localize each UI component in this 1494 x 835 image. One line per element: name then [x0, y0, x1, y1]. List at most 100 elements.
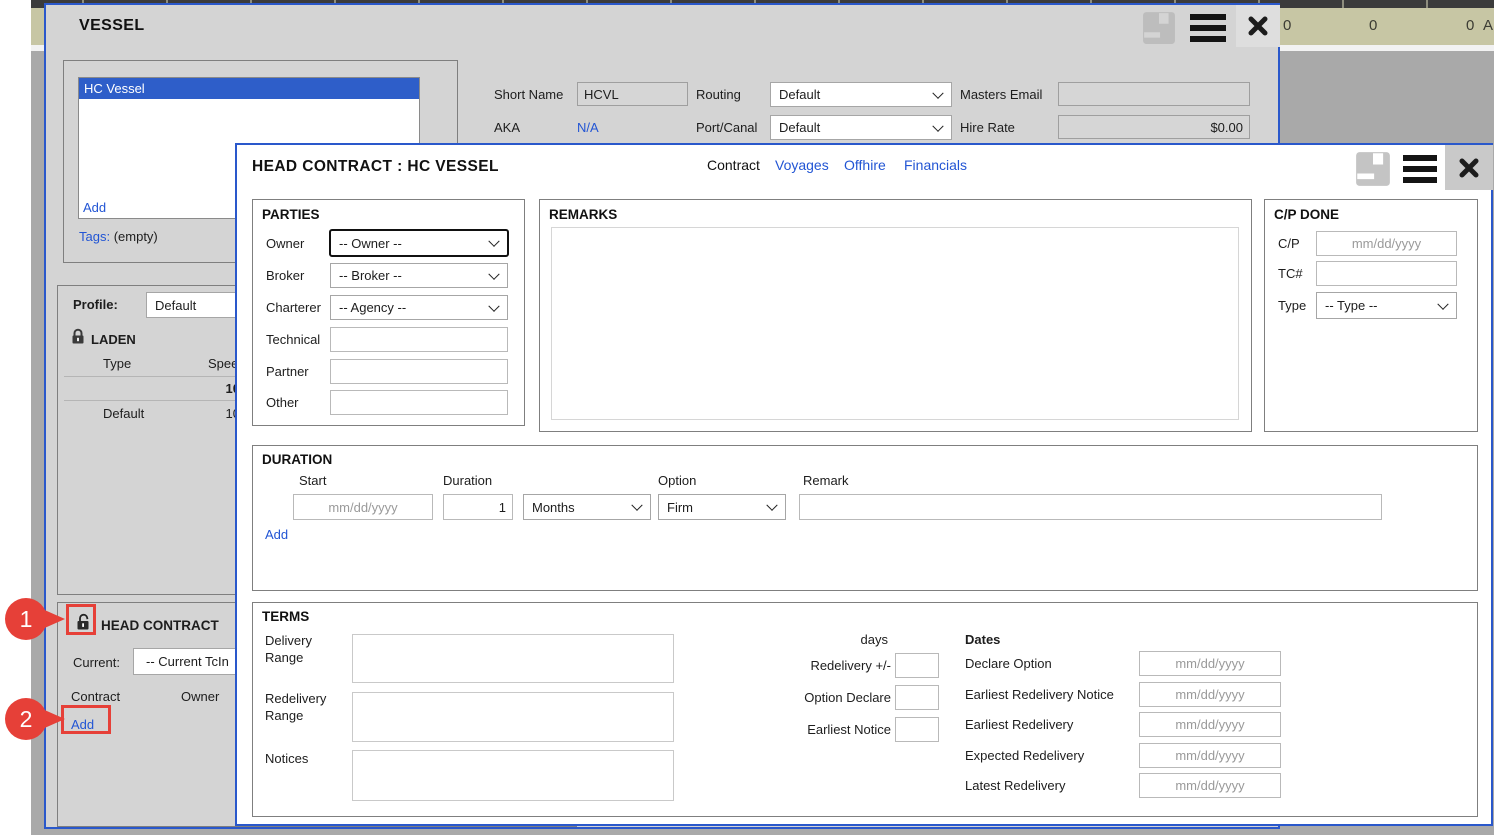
- duration-option-select[interactable]: Firm: [658, 494, 786, 520]
- short-name-label: Short Name: [494, 87, 563, 102]
- head-contract-modal: HEAD CONTRACT : HC VESSEL Contract Voyag…: [235, 143, 1493, 826]
- vessel-window-title: VESSEL: [79, 17, 145, 35]
- laden-title: LADEN: [91, 332, 136, 347]
- menu-icon[interactable]: [1190, 14, 1226, 47]
- routing-value: Default: [779, 87, 820, 102]
- duration-unit-select[interactable]: Months: [523, 494, 651, 520]
- remark-header: Remark: [803, 473, 849, 488]
- laden-total-speed: 10: [188, 381, 240, 396]
- tab-financials[interactable]: Financials: [904, 157, 967, 173]
- broker-select[interactable]: -- Broker --: [330, 263, 508, 288]
- parties-title: PARTIES: [262, 207, 320, 222]
- earliest-redelivery-notice-field[interactable]: [1139, 682, 1281, 707]
- start-header: Start: [299, 473, 326, 488]
- chevron-down-icon: [488, 300, 499, 311]
- head-contract-title: HEAD CONTRACT: [101, 618, 219, 633]
- duration-remark-field[interactable]: [799, 494, 1382, 520]
- other-label: Other: [266, 395, 299, 410]
- laden-row-type: Default: [103, 406, 144, 421]
- technical-field[interactable]: [330, 327, 508, 352]
- delivery-range-textarea[interactable]: [352, 634, 674, 683]
- vessel-add-link[interactable]: Add: [83, 200, 106, 215]
- tags-value: (empty): [114, 229, 158, 244]
- expected-redelivery-label: Expected Redelivery: [965, 748, 1084, 763]
- port-canal-value: Default: [779, 120, 820, 135]
- declare-option-field[interactable]: [1139, 651, 1281, 676]
- remarks-title: REMARKS: [549, 207, 617, 222]
- menu-icon[interactable]: [1403, 155, 1437, 188]
- redelivery-range-textarea[interactable]: [352, 692, 674, 742]
- tab-contract[interactable]: Contract: [707, 157, 760, 173]
- chevron-down-icon: [488, 236, 499, 247]
- dates-title: Dates: [965, 632, 1000, 647]
- earliest-redelivery-notice-label: Earliest Redelivery Notice: [965, 687, 1114, 702]
- option-declare-label: Option Declare: [733, 690, 891, 705]
- charterer-value: -- Agency --: [339, 300, 406, 315]
- chevron-down-icon: [488, 268, 499, 279]
- duration-value-field[interactable]: [443, 494, 513, 520]
- tags-link[interactable]: Tags:: [79, 229, 110, 244]
- charterer-label: Charterer: [266, 300, 321, 315]
- partner-label: Partner: [266, 364, 309, 379]
- redelivery-tolerance-field[interactable]: [895, 653, 939, 678]
- delivery-range-label: Delivery Range: [265, 633, 345, 667]
- broker-value: -- Broker --: [339, 268, 402, 283]
- annotation-step-1: 1: [5, 598, 47, 640]
- owner-label: Owner: [266, 236, 304, 251]
- option-declare-field[interactable]: [895, 685, 939, 710]
- routing-select[interactable]: Default: [770, 82, 952, 107]
- lock-closed-icon[interactable]: [70, 328, 86, 348]
- owner-select[interactable]: -- Owner --: [329, 229, 509, 257]
- annotation-highlight-lock: [66, 604, 96, 635]
- remarks-textarea[interactable]: [551, 227, 1239, 420]
- duration-add-link[interactable]: Add: [265, 527, 288, 542]
- aka-label: AKA: [494, 120, 520, 135]
- cp-label: C/P: [1278, 236, 1300, 251]
- chevron-down-icon: [932, 87, 943, 98]
- remarks-section: REMARKS: [539, 199, 1252, 432]
- vessel-list-item[interactable]: HC Vessel: [79, 78, 419, 99]
- tab-offhire[interactable]: Offhire: [844, 157, 886, 173]
- close-icon[interactable]: [1236, 5, 1280, 47]
- parties-section: PARTIES Owner -- Owner -- Broker -- Brok…: [252, 199, 525, 426]
- tab-voyages[interactable]: Voyages: [775, 157, 829, 173]
- laden-col-type: Type: [103, 356, 131, 371]
- charterer-select[interactable]: -- Agency --: [330, 295, 508, 320]
- other-field[interactable]: [330, 390, 508, 415]
- current-tcin-value: -- Current TcIn: [146, 654, 229, 669]
- redelivery-tolerance-label: Redelivery +/-: [733, 658, 891, 673]
- chevron-down-icon: [766, 500, 777, 511]
- cp-date-field[interactable]: [1316, 231, 1457, 256]
- earliest-notice-field[interactable]: [895, 717, 939, 742]
- type-select[interactable]: -- Type --: [1316, 292, 1457, 319]
- expected-redelivery-field[interactable]: [1139, 743, 1281, 768]
- grid-cell: 0: [1283, 17, 1291, 34]
- short-name-field[interactable]: [577, 82, 688, 106]
- broker-label: Broker: [266, 268, 304, 283]
- tc-number-field[interactable]: [1316, 261, 1457, 286]
- port-canal-select[interactable]: Default: [770, 115, 952, 140]
- owner-value: -- Owner --: [339, 236, 402, 251]
- close-icon[interactable]: [1445, 145, 1493, 190]
- save-icon[interactable]: [1142, 11, 1176, 48]
- aka-link[interactable]: N/A: [577, 120, 599, 135]
- notices-textarea[interactable]: [352, 750, 674, 801]
- save-icon[interactable]: [1355, 151, 1391, 190]
- modal-title: HEAD CONTRACT : HC VESSEL: [252, 158, 499, 176]
- hire-rate-field[interactable]: [1058, 115, 1250, 139]
- latest-redelivery-field[interactable]: [1139, 773, 1281, 798]
- masters-email-field[interactable]: [1058, 82, 1250, 106]
- redelivery-range-label: Redelivery Range: [265, 691, 345, 725]
- duration-header: Duration: [443, 473, 492, 488]
- terms-section: TERMS Delivery Range Redelivery Range No…: [252, 602, 1478, 817]
- annotation-step-2: 2: [5, 698, 47, 740]
- earliest-redelivery-field[interactable]: [1139, 712, 1281, 737]
- days-header: days: [838, 632, 888, 647]
- owner-col-header: Owner: [181, 689, 219, 704]
- earliest-redelivery-label: Earliest Redelivery: [965, 717, 1073, 732]
- duration-start-field[interactable]: [293, 494, 433, 520]
- partner-field[interactable]: [330, 359, 508, 384]
- technical-label: Technical: [266, 332, 320, 347]
- current-label: Current:: [73, 655, 120, 670]
- duration-title: DURATION: [262, 452, 332, 467]
